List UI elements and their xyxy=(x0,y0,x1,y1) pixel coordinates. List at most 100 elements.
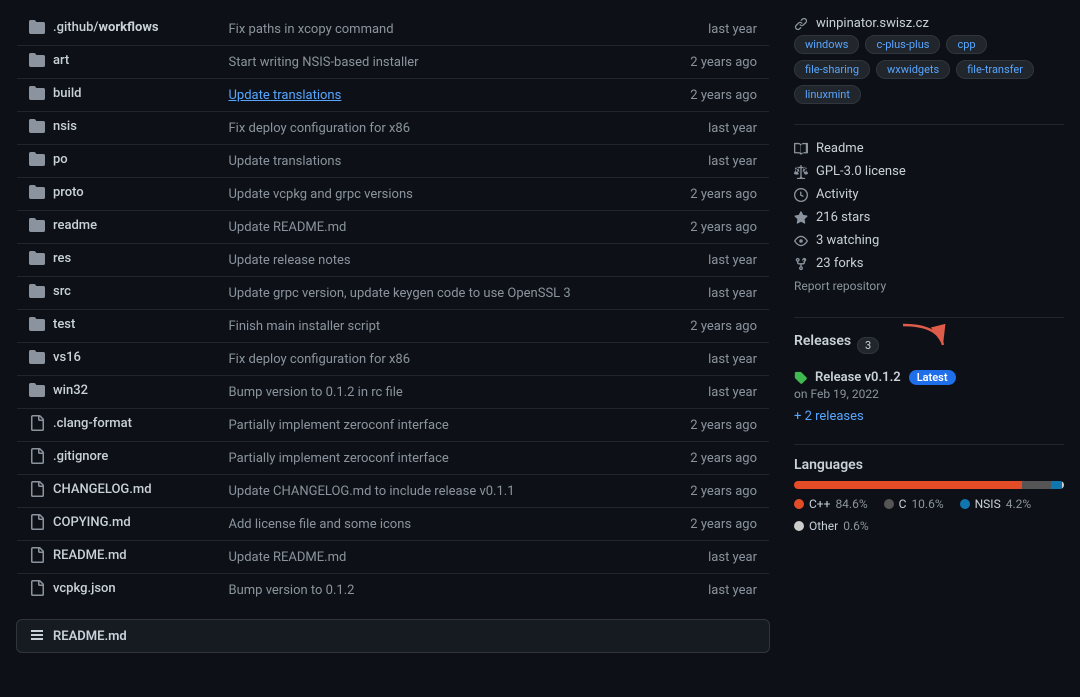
commit-time: 2 years ago xyxy=(670,475,770,508)
commit-time: last year xyxy=(670,145,770,178)
lang-dot xyxy=(794,521,804,531)
file-icon xyxy=(29,448,45,464)
topic-tag[interactable]: windows xyxy=(794,35,859,54)
meta-section: Readme GPL-3.0 license Activity 216 star… xyxy=(794,137,1064,297)
forks-link[interactable]: 23 forks xyxy=(816,256,864,271)
commit-message-link[interactable]: Update translations xyxy=(229,88,342,103)
file-name-link[interactable]: vs16 xyxy=(53,350,81,365)
commit-message: Update CHANGELOG.md to include release v… xyxy=(217,475,670,508)
releases-section: Releases 3 Release v0.1 xyxy=(794,330,1064,424)
commit-message: Update release notes xyxy=(217,244,670,277)
file-name-link[interactable]: win32 xyxy=(53,383,88,398)
file-icon xyxy=(29,547,45,563)
watching-link[interactable]: 3 watching xyxy=(816,233,879,248)
fork-icon xyxy=(794,257,808,271)
file-name-link[interactable]: .github/workflows xyxy=(53,20,159,35)
commit-message: Add license file and some icons xyxy=(217,508,670,541)
readme-item: Readme xyxy=(794,137,1064,160)
lang-bar-segment xyxy=(1062,481,1064,489)
license-link[interactable]: GPL-3.0 license xyxy=(816,164,906,179)
readme-link[interactable]: Readme xyxy=(816,141,864,156)
lang-pct: 10.6% xyxy=(911,497,943,511)
folder-icon xyxy=(29,52,45,68)
report-link[interactable]: Report repository xyxy=(794,279,886,293)
lang-bar-segment xyxy=(794,481,1022,489)
lang-name[interactable]: C++ xyxy=(809,497,830,511)
commit-message: Bump version to 0.1.2 in rc file xyxy=(217,376,670,409)
commit-message: Update translations xyxy=(217,145,670,178)
file-name-link[interactable]: CHANGELOG.md xyxy=(53,482,152,497)
activity-icon xyxy=(794,188,808,202)
website-link[interactable]: winpinator.swisz.cz xyxy=(816,16,929,31)
table-row: po Update translationslast year xyxy=(17,145,770,178)
language-list: C++ 84.6% C 10.6% NSIS 4.2% Other 0.6% xyxy=(794,497,1064,533)
folder-icon xyxy=(29,250,45,266)
folder-icon xyxy=(29,184,45,200)
releases-header: Releases 3 xyxy=(794,330,1064,360)
lang-pct: 84.6% xyxy=(835,497,867,511)
table-row: srcUpdate grpc version, update keygen co… xyxy=(17,277,770,310)
lang-bar-segment xyxy=(1022,481,1051,489)
readme-bar-label: README.md xyxy=(53,629,127,644)
table-row: artStart writing NSIS-based installer2 y… xyxy=(17,46,770,79)
file-name-link[interactable]: vcpkg.json xyxy=(53,581,116,596)
commit-message: Fix paths in xcopy command xyxy=(217,13,670,46)
lang-name[interactable]: Other xyxy=(809,519,838,533)
topic-tag[interactable]: c-plus-plus xyxy=(865,35,940,54)
file-name-link[interactable]: build xyxy=(53,86,82,101)
table-row: .clang-formatPartially implement zerocon… xyxy=(17,409,770,442)
topic-tag[interactable]: file-transfer xyxy=(956,60,1034,79)
file-name-link[interactable]: art xyxy=(53,53,69,68)
file-name-link[interactable]: po xyxy=(53,152,68,167)
topic-tag[interactable]: wxwidgets xyxy=(876,60,950,79)
file-name-link[interactable]: res xyxy=(53,251,71,266)
table-row: CHANGELOG.md Update CHANGELOG.md to inclu… xyxy=(17,475,770,508)
lang-item: NSIS 4.2% xyxy=(960,497,1032,511)
file-name-link[interactable]: COPYING.md xyxy=(53,515,131,530)
lang-name[interactable]: C xyxy=(899,497,907,511)
folder-icon xyxy=(29,349,45,365)
file-name-link[interactable]: nsis xyxy=(53,119,77,134)
table-row: .gitignorePartially implement zeroconf i… xyxy=(17,442,770,475)
commit-message: Update README.md xyxy=(217,211,670,244)
activity-link[interactable]: Activity xyxy=(816,187,859,202)
activity-item: Activity xyxy=(794,183,1064,206)
table-row: win32Bump version to 0.1.2 in rc filelas… xyxy=(17,376,770,409)
commit-message: Fix deploy configuration for x86 xyxy=(217,112,670,145)
folder-icon xyxy=(29,316,45,332)
releases-title: Releases xyxy=(794,333,851,349)
languages-section: Languages C++ 84.6% C 10.6% NSIS 4.2% Ot… xyxy=(794,457,1064,533)
table-row: readmeUpdate README.md2 years ago xyxy=(17,211,770,244)
file-name-link[interactable]: README.md xyxy=(53,548,127,563)
folder-icon xyxy=(29,283,45,299)
file-name-link[interactable]: test xyxy=(53,317,75,332)
releases-count-badge: 3 xyxy=(857,337,879,354)
more-releases-link[interactable]: + 2 releases xyxy=(794,409,1064,424)
file-name-link[interactable]: src xyxy=(53,284,71,299)
file-name-link[interactable]: proto xyxy=(53,185,84,200)
lang-name[interactable]: NSIS xyxy=(975,497,1001,511)
commit-time: last year xyxy=(670,112,770,145)
file-name-link[interactable]: readme xyxy=(53,218,97,233)
commit-message: Bump version to 0.1.2 xyxy=(217,574,670,607)
table-row: testFinish main installer script2 years … xyxy=(17,310,770,343)
report-item: Report repository xyxy=(794,275,1064,297)
language-bar xyxy=(794,481,1064,489)
release-name-link[interactable]: Release v0.1.2 xyxy=(815,370,901,385)
topic-tag[interactable]: cpp xyxy=(946,35,986,54)
topic-tag[interactable]: linuxmint xyxy=(794,85,861,104)
lang-dot xyxy=(884,499,894,509)
file-name-link[interactable]: .clang-format xyxy=(53,416,132,431)
commit-message: Update vcpkg and grpc versions xyxy=(217,178,670,211)
topic-tag[interactable]: file-sharing xyxy=(794,60,870,79)
table-row: vs16Fix deploy configuration for x86last… xyxy=(17,343,770,376)
latest-badge: Latest xyxy=(909,370,956,385)
file-name-link[interactable]: .gitignore xyxy=(53,449,108,464)
commit-time: 2 years ago xyxy=(670,46,770,79)
scale-icon xyxy=(794,165,808,179)
stars-link[interactable]: 216 stars xyxy=(816,210,870,225)
folder-icon xyxy=(29,382,45,398)
release-item: Release v0.1.2 Latest on Feb 19, 2022 xyxy=(794,370,1064,401)
link-icon xyxy=(794,17,808,31)
table-row: COPYING.md Add license file and some icon… xyxy=(17,508,770,541)
